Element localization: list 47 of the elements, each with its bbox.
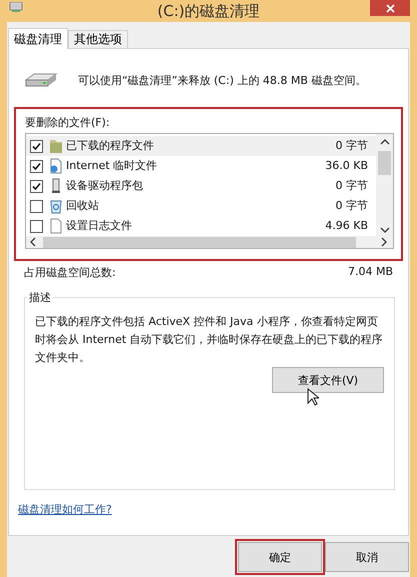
summary-text: 可以使用“磁盘清理”来释放 (C:) 上的 48.8 MB 磁盘空间。 bbox=[78, 72, 366, 88]
scrollbar-thumb[interactable] bbox=[378, 151, 391, 175]
close-icon bbox=[386, 4, 394, 12]
checkbox[interactable] bbox=[30, 160, 43, 172]
device-icon bbox=[49, 178, 63, 194]
window-title: (C:)的磁盘清理 bbox=[157, 2, 260, 20]
file-row[interactable]: 设置日志文件 4.96 KB bbox=[26, 216, 376, 236]
close-button[interactable] bbox=[370, 0, 410, 16]
file-size: 0 字节 bbox=[336, 139, 368, 153]
document-icon bbox=[49, 218, 63, 234]
files-label: 要删除的文件(F): bbox=[25, 115, 111, 130]
file-name: 设置日志文件 bbox=[66, 219, 132, 233]
disk-cleanup-icon bbox=[9, 2, 23, 12]
checkbox[interactable] bbox=[30, 180, 43, 192]
file-row[interactable]: 回收站 0 字节 bbox=[26, 196, 376, 216]
file-name: Internet 临时文件 bbox=[66, 159, 158, 173]
file-row[interactable]: 设备驱动程序包 0 字节 bbox=[26, 176, 376, 196]
recycle-bin-icon bbox=[49, 198, 63, 214]
file-size: 0 字节 bbox=[336, 179, 368, 193]
document-icon bbox=[49, 158, 63, 174]
dialog-button[interactable]: 取消 bbox=[325, 542, 409, 572]
description-title: 描述 bbox=[28, 290, 52, 305]
folder-icon bbox=[49, 138, 63, 154]
file-name: 回收站 bbox=[66, 199, 99, 213]
drive-icon bbox=[24, 72, 58, 88]
dialog-button[interactable]: 确定 bbox=[238, 542, 322, 572]
total-value: 7.04 MB bbox=[348, 265, 393, 280]
view-files-button[interactable]: 查看文件(V) bbox=[272, 367, 384, 393]
checkbox[interactable] bbox=[30, 200, 43, 212]
file-name: 已下载的程序文件 bbox=[66, 139, 154, 153]
file-size: 4.96 KB bbox=[325, 219, 368, 233]
file-size: 36.0 KB bbox=[325, 159, 368, 173]
tab[interactable]: 其他选项 bbox=[68, 30, 128, 48]
description-text: 已下载的程序文件包括 ActiveX 控件和 Java 小程序，你查看特定网页时将会从 Internet 自动下载它们，并临时保存在硬盘上的已下载的程序文件夹中。 bbox=[35, 314, 384, 366]
horizontal-scrollbar[interactable] bbox=[26, 236, 393, 248]
total-label: 占用磁盘空间总数: bbox=[24, 265, 116, 280]
file-row[interactable]: 已下载的程序文件 0 字节 bbox=[26, 136, 376, 156]
scrollbar-thumb[interactable] bbox=[43, 236, 356, 248]
vertical-scrollbar[interactable] bbox=[376, 134, 393, 236]
checkbox[interactable] bbox=[30, 220, 43, 232]
file-name: 设备驱动程序包 bbox=[66, 179, 143, 193]
mouse-pointer-icon bbox=[307, 388, 319, 406]
file-size: 0 字节 bbox=[336, 199, 368, 213]
file-row[interactable]: Internet 临时文件 36.0 KB bbox=[26, 156, 376, 176]
help-link[interactable]: 磁盘清理如何工作? bbox=[18, 502, 112, 517]
tab[interactable]: 磁盘清理 bbox=[8, 28, 68, 49]
checkbox[interactable] bbox=[30, 140, 43, 152]
